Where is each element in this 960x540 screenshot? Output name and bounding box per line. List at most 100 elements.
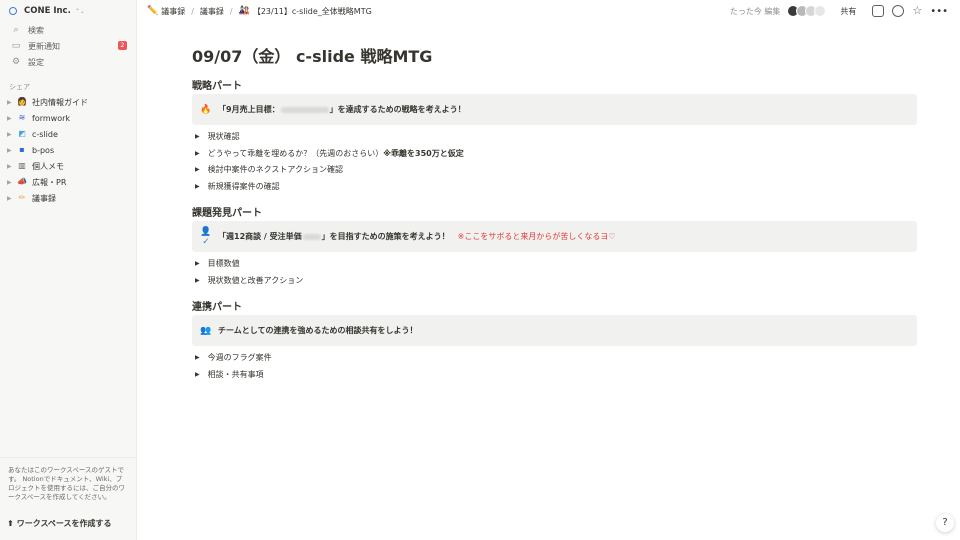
- avatar[interactable]: [814, 5, 827, 17]
- breadcrumb-item[interactable]: ✏️ 議事録: [147, 6, 185, 17]
- expand-chevron-icon[interactable]: ▶: [7, 163, 16, 170]
- breadcrumb-label: 議事録: [161, 6, 186, 16]
- expand-chevron-icon[interactable]: ▶: [7, 99, 16, 106]
- sidebar-page-label: b-pos: [32, 145, 55, 155]
- gear-icon: ⚙: [11, 57, 21, 67]
- redacted-value: [302, 233, 321, 240]
- toggle-item[interactable]: ▶ 現状確認: [195, 131, 240, 142]
- pencil-icon: ✏️: [147, 6, 159, 16]
- toggle-item[interactable]: ▶ 相談・共有事項: [195, 369, 264, 380]
- toggle-label: 目標数値: [207, 259, 240, 268]
- expand-chevron-icon[interactable]: ▶: [7, 147, 16, 154]
- callout-text: 」を達成するための戦略を考えよう！: [329, 105, 466, 114]
- sidebar-page-label: 議事録: [32, 193, 56, 203]
- expand-chevron-icon[interactable]: ▶: [7, 179, 16, 186]
- callout-block[interactable]: 👤✓ 「週12商談 / 受注単価 」を目指すための施策を考えよう！ ※ここをサボ…: [192, 221, 917, 252]
- toggle-arrow-icon[interactable]: ▶: [195, 277, 200, 284]
- comment-icon[interactable]: [872, 5, 885, 17]
- more-options-icon[interactable]: •••: [930, 6, 948, 17]
- help-button[interactable]: ?: [936, 514, 954, 532]
- chevron-updown-icon: ⌃⌄: [74, 7, 85, 15]
- topbar-actions: たった今 編集 共有 ☆ •••: [730, 0, 948, 22]
- expand-chevron-icon[interactable]: ▶: [7, 115, 16, 122]
- notification-badge: 2: [118, 41, 127, 50]
- toggle-label: 検討中案件のネクストアクション確認: [207, 165, 343, 174]
- expand-chevron-icon[interactable]: ▶: [7, 131, 16, 138]
- sidebar-page-list: ▶ 👩 社内情報ガイド ▶ ≋ formwork ▶ ◩ c-slide ▶ ▪ b-pos ▶ ▥ 個人メ…: [0, 94, 136, 206]
- sidebar-page-item[interactable]: ▶ ▥ 個人メモ: [0, 158, 136, 174]
- toggle-arrow-icon[interactable]: ▶: [195, 150, 200, 157]
- search-icon: ⌕: [13, 25, 19, 35]
- redacted-value: [280, 106, 329, 113]
- b-pos-logo-icon: ▪: [19, 145, 25, 154]
- sidebar-page-item[interactable]: ▶ ≋ formwork: [0, 110, 136, 126]
- expand-chevron-icon[interactable]: ▶: [7, 195, 16, 202]
- toggle-arrow-icon[interactable]: ▶: [195, 371, 200, 378]
- workspace-name: CONE Inc.: [24, 6, 71, 16]
- toggle-item[interactable]: ▶ 新規獲得案件の確認: [195, 181, 280, 192]
- sidebar-page-label: c-slide: [32, 129, 58, 139]
- sidebar-page-label: 広報・PR: [32, 177, 67, 187]
- toggle-item[interactable]: ▶ 検討中案件のネクストアクション確認: [195, 164, 343, 175]
- breadcrumb-item[interactable]: 議事録: [200, 6, 224, 17]
- page-title[interactable]: 09/07（金） c-slide 戦略MTG: [192, 43, 432, 67]
- section-heading: 戦略パート: [192, 81, 242, 92]
- guide-emoji-icon: 👩: [17, 97, 27, 106]
- create-workspace-button[interactable]: ⬆ ワークスペースを作成する: [7, 518, 112, 529]
- sidebar-item-search[interactable]: ⌕ 検索: [0, 22, 136, 38]
- toggle-arrow-icon[interactable]: ▶: [195, 183, 200, 190]
- person-check-icon: 👤✓: [200, 226, 212, 247]
- sidebar: CONE Inc. ⌃⌄ ⌕ 検索 ▭ 更新通知 2 ⚙ 設定 シェア ▶ 👩 社内…: [0, 0, 137, 540]
- create-workspace-label: ワークスペースを作成する: [16, 519, 112, 528]
- toggle-label-bold: ※乖離を350万と仮定: [383, 149, 464, 158]
- toggle-arrow-icon[interactable]: ▶: [195, 354, 200, 361]
- sidebar-page-item[interactable]: ▶ 📣 広報・PR: [0, 174, 136, 190]
- callout-text: 」を目指すための施策を考えよう！: [321, 232, 450, 241]
- history-clock-icon[interactable]: [892, 5, 905, 17]
- notebook-icon: ▥: [18, 161, 26, 170]
- toggle-label: 今週のフラグ案件: [207, 353, 272, 362]
- megaphone-icon: 📣: [17, 177, 27, 186]
- sidebar-item-inbox[interactable]: ▭ 更新通知 2: [0, 38, 136, 54]
- toggle-item[interactable]: ▶ 現状数値と改善アクション: [195, 275, 303, 286]
- callout-text: チームとしての連携を強めるための相談共有をしよう！: [218, 326, 418, 335]
- sidebar-item-label: 更新通知: [28, 41, 60, 51]
- breadcrumb-label: 議事録: [199, 6, 224, 16]
- sidebar-page-item[interactable]: ▶ ▪ b-pos: [0, 142, 136, 158]
- breadcrumb-label: 【23/11】c-slide_全体戦略MTG: [252, 6, 372, 16]
- sidebar-item-label: 検索: [28, 25, 44, 35]
- workspace-logo-icon: [9, 7, 17, 15]
- toggle-arrow-icon[interactable]: ▶: [195, 260, 200, 267]
- toggle-arrow-icon[interactable]: ▶: [195, 166, 200, 173]
- sidebar-page-item[interactable]: ▶ 👩 社内情報ガイド: [0, 94, 136, 110]
- toggle-label: 相談・共有事項: [207, 370, 264, 379]
- sidebar-page-item[interactable]: ▶ ◩ c-slide: [0, 126, 136, 142]
- breadcrumb-item[interactable]: 🎎 【23/11】c-slide_全体戦略MTG: [239, 6, 372, 17]
- share-button[interactable]: 共有: [840, 6, 856, 17]
- people-icon: 👥: [200, 325, 212, 336]
- section-heading: 課題発見パート: [192, 208, 262, 219]
- toggle-item[interactable]: ▶ 目標数値: [195, 258, 240, 269]
- callout-block[interactable]: 👥 チームとしての連携を強めるための相談共有をしよう！: [192, 315, 917, 346]
- sidebar-page-label: formwork: [32, 113, 71, 123]
- sidebar-page-label: 社内情報ガイド: [32, 97, 88, 107]
- pencil-icon: ✏: [18, 193, 26, 202]
- section-heading: 連携パート: [192, 302, 242, 313]
- toggle-arrow-icon[interactable]: ▶: [195, 133, 200, 140]
- avatar-group[interactable]: [787, 5, 827, 17]
- section-label-shared: シェア: [9, 83, 30, 91]
- callout-block[interactable]: 🔥 「9月売上目標： 」を達成するための戦略を考えよう！: [192, 94, 917, 125]
- callout-text: 「週12商談 / 受注単価: [218, 232, 302, 241]
- inbox-icon: ▭: [11, 41, 21, 51]
- edited-timestamp: たった今 編集: [729, 6, 781, 16]
- page-emoji-icon: 🎎: [238, 6, 250, 16]
- toggle-item[interactable]: ▶ 今週のフラグ案件: [195, 352, 272, 363]
- toggle-label: どうやって乖離を埋めるか？（先週のおさらい）: [207, 149, 384, 158]
- sidebar-item-settings[interactable]: ⚙ 設定: [0, 54, 136, 70]
- star-icon[interactable]: ☆: [912, 5, 922, 17]
- sidebar-page-item[interactable]: ▶ ✏ 議事録: [0, 190, 136, 206]
- toggle-item[interactable]: ▶ どうやって乖離を埋めるか？（先週のおさらい） ※乖離を350万と仮定: [195, 148, 464, 159]
- toggle-label: 現状数値と改善アクション: [207, 276, 304, 285]
- toggle-label: 新規獲得案件の確認: [207, 182, 280, 191]
- workspace-switcher[interactable]: CONE Inc. ⌃⌄: [0, 0, 136, 22]
